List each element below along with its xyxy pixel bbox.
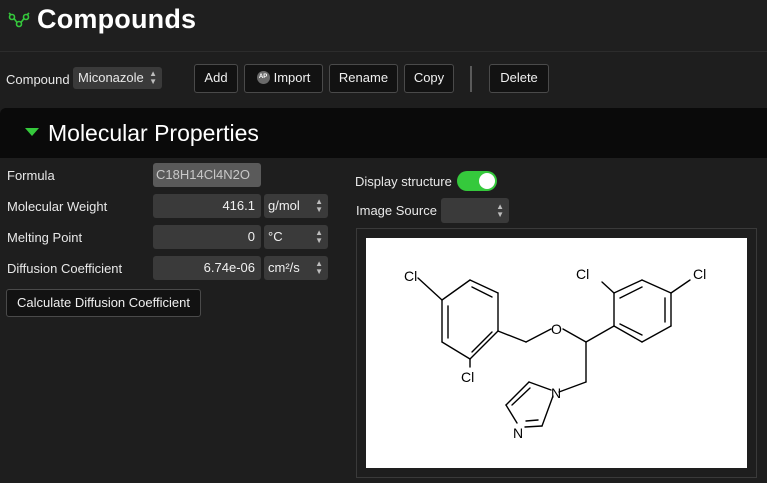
- copy-button-label: Copy: [413, 70, 445, 85]
- molecular-weight-label: Molecular Weight: [7, 199, 108, 214]
- atom-label: N: [513, 425, 523, 441]
- section-title: Molecular Properties: [48, 120, 259, 146]
- calculate-diffusion-coefficient-button[interactable]: Calculate Diffusion Coefficient: [6, 289, 201, 317]
- add-button-label: Add: [204, 70, 228, 85]
- molecule-structure-drawing: Cl Cl O Cl Cl N N: [404, 266, 706, 441]
- compounds-window: Compounds Compound Miconazole ▲ ▼ Add AP I…: [0, 0, 767, 483]
- molecular-weight-unit-select[interactable]: g/mol ▲ ▼: [264, 194, 328, 218]
- delete-button[interactable]: Delete: [489, 64, 549, 93]
- molecular-weight-unit: g/mol: [268, 198, 300, 213]
- molecule-icon: [8, 12, 30, 28]
- atom-label: N: [551, 385, 561, 401]
- image-source-select[interactable]: ▲ ▼: [441, 198, 509, 223]
- molecular-weight-input[interactable]: 416.1: [153, 194, 261, 218]
- formula-label: Formula: [7, 168, 55, 183]
- atom-label: Cl: [693, 266, 706, 282]
- compound-label: Compound: [6, 72, 70, 87]
- structure-image: Cl Cl O Cl Cl N N: [366, 238, 747, 468]
- toolbar-divider: [470, 66, 472, 92]
- molecular-properties-section[interactable]: Molecular Properties: [0, 108, 767, 158]
- delete-button-label: Delete: [500, 70, 538, 85]
- updown-chevron-icon: ▲ ▼: [149, 69, 157, 86]
- ap-icon: AP: [256, 71, 270, 85]
- diffusion-coefficient-label: Diffusion Coefficient: [7, 261, 123, 276]
- compound-select[interactable]: Miconazole ▲ ▼: [73, 67, 162, 89]
- atom-label: Cl: [404, 268, 417, 284]
- updown-chevron-icon: ▲ ▼: [315, 228, 323, 245]
- atom-label: O: [551, 321, 562, 337]
- add-button[interactable]: Add: [194, 64, 238, 93]
- import-button-label: Import: [273, 70, 311, 85]
- melting-point-unit: °C: [268, 229, 283, 244]
- updown-chevron-icon: ▲ ▼: [315, 197, 323, 214]
- page-title: Compounds: [37, 4, 197, 34]
- calculate-button-label: Calculate Diffusion Coefficient: [17, 295, 190, 310]
- atom-label: Cl: [576, 266, 589, 282]
- melting-point-label: Melting Point: [7, 230, 83, 245]
- display-structure-label: Display structure: [355, 174, 452, 189]
- diffusion-coefficient-unit: cm²/s: [268, 260, 300, 275]
- diffusion-coefficient-input[interactable]: 6.74e-06: [153, 256, 261, 280]
- header: Compounds: [0, 0, 767, 52]
- formula-field: C18H14Cl4N2O: [153, 163, 261, 187]
- updown-chevron-icon: ▲ ▼: [315, 259, 323, 276]
- caret-down-icon[interactable]: [25, 128, 39, 136]
- atom-label: Cl: [461, 369, 474, 385]
- display-structure-toggle[interactable]: [457, 171, 497, 191]
- melting-point-input[interactable]: 0: [153, 225, 261, 249]
- rename-button[interactable]: Rename: [329, 64, 398, 93]
- rename-button-label: Rename: [338, 70, 389, 85]
- melting-point-unit-select[interactable]: °C ▲ ▼: [264, 225, 328, 249]
- copy-button[interactable]: Copy: [404, 64, 454, 93]
- image-source-label: Image Source: [356, 203, 437, 218]
- compound-select-value: Miconazole: [78, 70, 144, 85]
- diffusion-coefficient-unit-select[interactable]: cm²/s ▲ ▼: [264, 256, 328, 280]
- toggle-knob: [479, 173, 495, 189]
- import-button[interactable]: AP Import: [244, 64, 323, 93]
- updown-chevron-icon: ▲ ▼: [496, 201, 504, 219]
